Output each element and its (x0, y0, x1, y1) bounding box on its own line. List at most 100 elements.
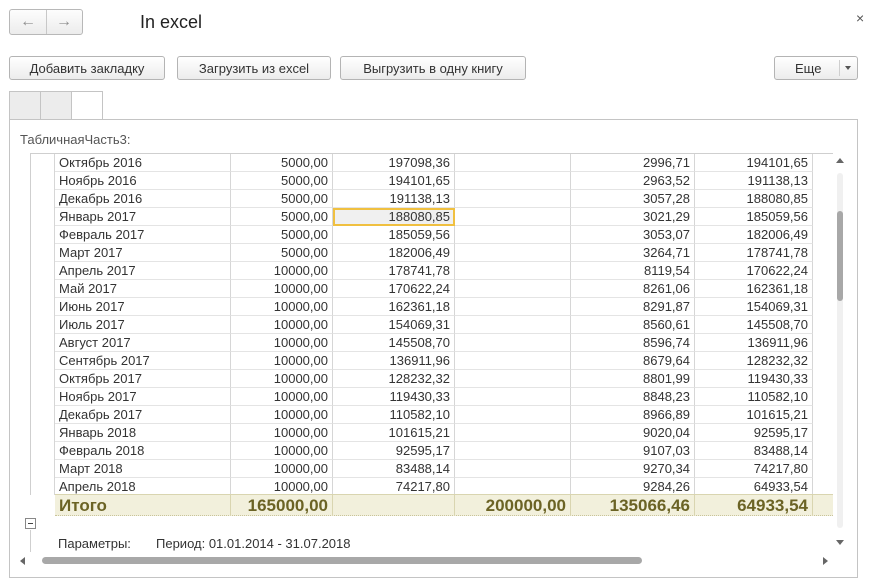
value-cell[interactable]: 182006,49 (333, 244, 455, 262)
period-cell[interactable]: Март 2017 (55, 244, 231, 262)
value-cell[interactable] (455, 370, 571, 388)
value-cell[interactable]: 188080,85 (333, 208, 455, 226)
value-cell[interactable]: 8848,23 (571, 388, 695, 406)
value-cell[interactable]: 128232,32 (333, 370, 455, 388)
value-cell[interactable]: 128232,32 (695, 352, 813, 370)
period-cell[interactable]: Март 2018 (55, 460, 231, 478)
period-cell[interactable]: Сентябрь 2017 (55, 352, 231, 370)
period-cell[interactable]: Май 2017 (55, 280, 231, 298)
vertical-scrollbar[interactable] (833, 153, 847, 548)
data-table[interactable]: Октябрь 2016 5000,00 197098,36 2996,71 19410… (30, 153, 833, 495)
value-cell[interactable]: 110582,10 (695, 388, 813, 406)
period-cell[interactable]: Ноябрь 2017 (55, 388, 231, 406)
more-button[interactable]: Еще (774, 56, 858, 80)
table-row[interactable]: Январь 2018 10000,00 101615,21 9020,04 92595… (31, 424, 833, 442)
value-cell[interactable]: 5000,00 (231, 208, 333, 226)
value-cell[interactable]: 8966,89 (571, 406, 695, 424)
period-cell[interactable]: Февраль 2018 (55, 442, 231, 460)
table-row[interactable]: Декабрь 2017 10000,00 110582,10 8966,89 1016… (31, 406, 833, 424)
table-row[interactable]: Ноябрь 2016 5000,00 194101,65 2963,52 191138… (31, 172, 833, 190)
value-cell[interactable]: 101615,21 (695, 406, 813, 424)
table-row[interactable]: Февраль 2017 5000,00 185059,56 3053,07 18200… (31, 226, 833, 244)
value-cell[interactable]: 185059,56 (333, 226, 455, 244)
close-icon[interactable]: × (856, 10, 864, 26)
scroll-right-icon[interactable] (823, 557, 828, 565)
tab-3[interactable] (71, 91, 103, 121)
value-cell[interactable]: 185059,56 (695, 208, 813, 226)
horizontal-scroll-thumb[interactable] (42, 557, 642, 564)
value-cell[interactable]: 10000,00 (231, 442, 333, 460)
value-cell[interactable]: 74217,80 (695, 460, 813, 478)
value-cell[interactable] (455, 442, 571, 460)
load-from-excel-button[interactable]: Загрузить из excel (177, 56, 331, 80)
value-cell[interactable]: 2996,71 (571, 154, 695, 172)
scroll-up-icon[interactable] (836, 158, 844, 163)
value-cell[interactable]: 110582,10 (333, 406, 455, 424)
value-cell[interactable] (455, 280, 571, 298)
period-cell[interactable]: Октябрь 2017 (55, 370, 231, 388)
value-cell[interactable]: 145508,70 (695, 316, 813, 334)
value-cell[interactable] (455, 406, 571, 424)
value-cell[interactable] (455, 334, 571, 352)
period-cell[interactable]: Октябрь 2016 (55, 154, 231, 172)
value-cell[interactable]: 162361,18 (695, 280, 813, 298)
table-row[interactable]: Август 2017 10000,00 145508,70 8596,74 13691… (31, 334, 833, 352)
value-cell[interactable]: 83488,14 (333, 460, 455, 478)
value-cell[interactable]: 8119,54 (571, 262, 695, 280)
value-cell[interactable]: 178741,78 (695, 244, 813, 262)
value-cell[interactable]: 8596,74 (571, 334, 695, 352)
value-cell[interactable]: 8560,61 (571, 316, 695, 334)
value-cell[interactable] (455, 424, 571, 442)
value-cell[interactable]: 136911,96 (695, 334, 813, 352)
value-cell[interactable] (455, 298, 571, 316)
table-row[interactable]: Ноябрь 2017 10000,00 119430,33 8848,23 11058… (31, 388, 833, 406)
table-row[interactable]: Май 2017 10000,00 170622,24 8261,06 162361,1… (31, 280, 833, 298)
horizontal-scrollbar[interactable] (20, 555, 828, 567)
table-row[interactable]: Октябрь 2017 10000,00 128232,32 8801,99 1194… (31, 370, 833, 388)
value-cell[interactable]: 154069,31 (333, 316, 455, 334)
value-cell[interactable] (455, 316, 571, 334)
value-cell[interactable]: 3053,07 (571, 226, 695, 244)
value-cell[interactable]: 9284,26 (571, 478, 695, 495)
value-cell[interactable]: 101615,21 (333, 424, 455, 442)
value-cell[interactable] (455, 190, 571, 208)
value-cell[interactable]: 170622,24 (695, 262, 813, 280)
value-cell[interactable]: 8261,06 (571, 280, 695, 298)
value-cell[interactable]: 10000,00 (231, 460, 333, 478)
value-cell[interactable]: 191138,13 (333, 190, 455, 208)
value-cell[interactable]: 3021,29 (571, 208, 695, 226)
value-cell[interactable]: 119430,33 (695, 370, 813, 388)
table-row[interactable]: Сентябрь 2017 10000,00 136911,96 8679,64 128… (31, 352, 833, 370)
value-cell[interactable]: 3264,71 (571, 244, 695, 262)
value-cell[interactable]: 5000,00 (231, 172, 333, 190)
period-cell[interactable]: Июль 2017 (55, 316, 231, 334)
value-cell[interactable]: 9107,03 (571, 442, 695, 460)
value-cell[interactable] (455, 208, 571, 226)
value-cell[interactable]: 182006,49 (695, 226, 813, 244)
value-cell[interactable]: 64933,54 (695, 478, 813, 495)
value-cell[interactable]: 10000,00 (231, 478, 333, 495)
value-cell[interactable]: 8291,87 (571, 298, 695, 316)
value-cell[interactable]: 8679,64 (571, 352, 695, 370)
value-cell[interactable] (455, 154, 571, 172)
add-bookmark-button[interactable]: Добавить закладку (9, 56, 165, 80)
forward-button[interactable]: → (46, 10, 82, 34)
value-cell[interactable]: 145508,70 (333, 334, 455, 352)
value-cell[interactable]: 92595,17 (695, 424, 813, 442)
value-cell[interactable]: 10000,00 (231, 370, 333, 388)
tab-2[interactable] (40, 91, 72, 120)
table-row[interactable]: Октябрь 2016 5000,00 197098,36 2996,71 19410… (31, 154, 833, 172)
value-cell[interactable]: 10000,00 (231, 262, 333, 280)
period-cell[interactable]: Февраль 2017 (55, 226, 231, 244)
value-cell[interactable]: 8801,99 (571, 370, 695, 388)
table-row[interactable]: Февраль 2018 10000,00 92595,17 9107,03 83488… (31, 442, 833, 460)
value-cell[interactable] (455, 262, 571, 280)
value-cell[interactable]: 194101,65 (333, 172, 455, 190)
value-cell[interactable]: 5000,00 (231, 154, 333, 172)
value-cell[interactable]: 10000,00 (231, 352, 333, 370)
table-row[interactable]: Июль 2017 10000,00 154069,31 8560,61 145508,… (31, 316, 833, 334)
value-cell[interactable]: 9020,04 (571, 424, 695, 442)
period-cell[interactable]: Август 2017 (55, 334, 231, 352)
value-cell[interactable]: 3057,28 (571, 190, 695, 208)
scroll-down-icon[interactable] (836, 540, 844, 545)
